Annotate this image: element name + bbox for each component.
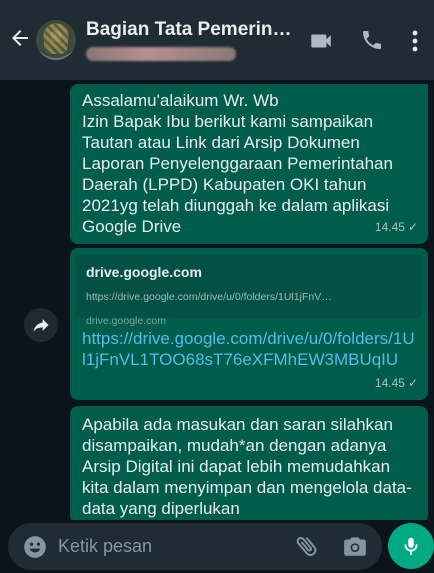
message-meta: 14.45 ✓ (375, 217, 418, 238)
forward-icon (33, 319, 49, 332)
paperclip-icon[interactable] (294, 533, 320, 559)
message-text: Assalamu'alaikum Wr. Wb Izin Bapak Ibu b… (82, 91, 393, 236)
forward-button[interactable] (24, 308, 58, 342)
chat-title-block[interactable]: Bagian Tata Pemerin… (86, 19, 292, 61)
emoji-icon[interactable] (22, 534, 48, 560)
message-bubble[interactable]: Assalamu'alaikum Wr. Wb Izin Bapak Ibu b… (70, 84, 428, 244)
voice-record-button[interactable] (388, 523, 434, 569)
avatar[interactable] (36, 20, 76, 60)
link-preview[interactable]: drive.google.com https://drive.google.co… (76, 254, 422, 327)
phone-icon[interactable] (360, 28, 386, 54)
message-composer[interactable] (8, 523, 382, 570)
camera-icon[interactable] (342, 533, 368, 559)
composer-bar (0, 520, 434, 573)
sent-check-icon: ✓ (407, 376, 418, 390)
message-text: Apabila ada masukan dan saran silahkan d… (82, 415, 412, 518)
message-meta: 14.45 ✓ (375, 373, 418, 394)
link-preview-title: drive.google.com (86, 264, 202, 280)
redacted-subtitle (86, 47, 236, 61)
sent-check-icon: ✓ (407, 220, 418, 234)
video-call-icon[interactable] (308, 28, 334, 54)
back-arrow-icon[interactable] (8, 26, 32, 55)
chat-header: Bagian Tata Pemerin… (0, 0, 434, 80)
more-options-icon[interactable] (408, 28, 422, 54)
message-time: 14.45 (374, 376, 405, 390)
chat-area[interactable]: Assalamu'alaikum Wr. Wb Izin Bapak Ibu b… (0, 80, 434, 520)
message-bubble[interactable]: Apabila ada masukan dan saran silahkan d… (70, 406, 428, 520)
message-bubble-link[interactable]: drive.google.com https://drive.google.co… (70, 248, 428, 400)
chat-title: Bagian Tata Pemerin… (86, 19, 292, 40)
link-preview-url: https://drive.google.com/drive/u/0/folde… (86, 291, 332, 303)
message-time: 14.45 (374, 220, 405, 234)
microphone-icon (404, 537, 418, 556)
message-input[interactable] (58, 531, 258, 562)
